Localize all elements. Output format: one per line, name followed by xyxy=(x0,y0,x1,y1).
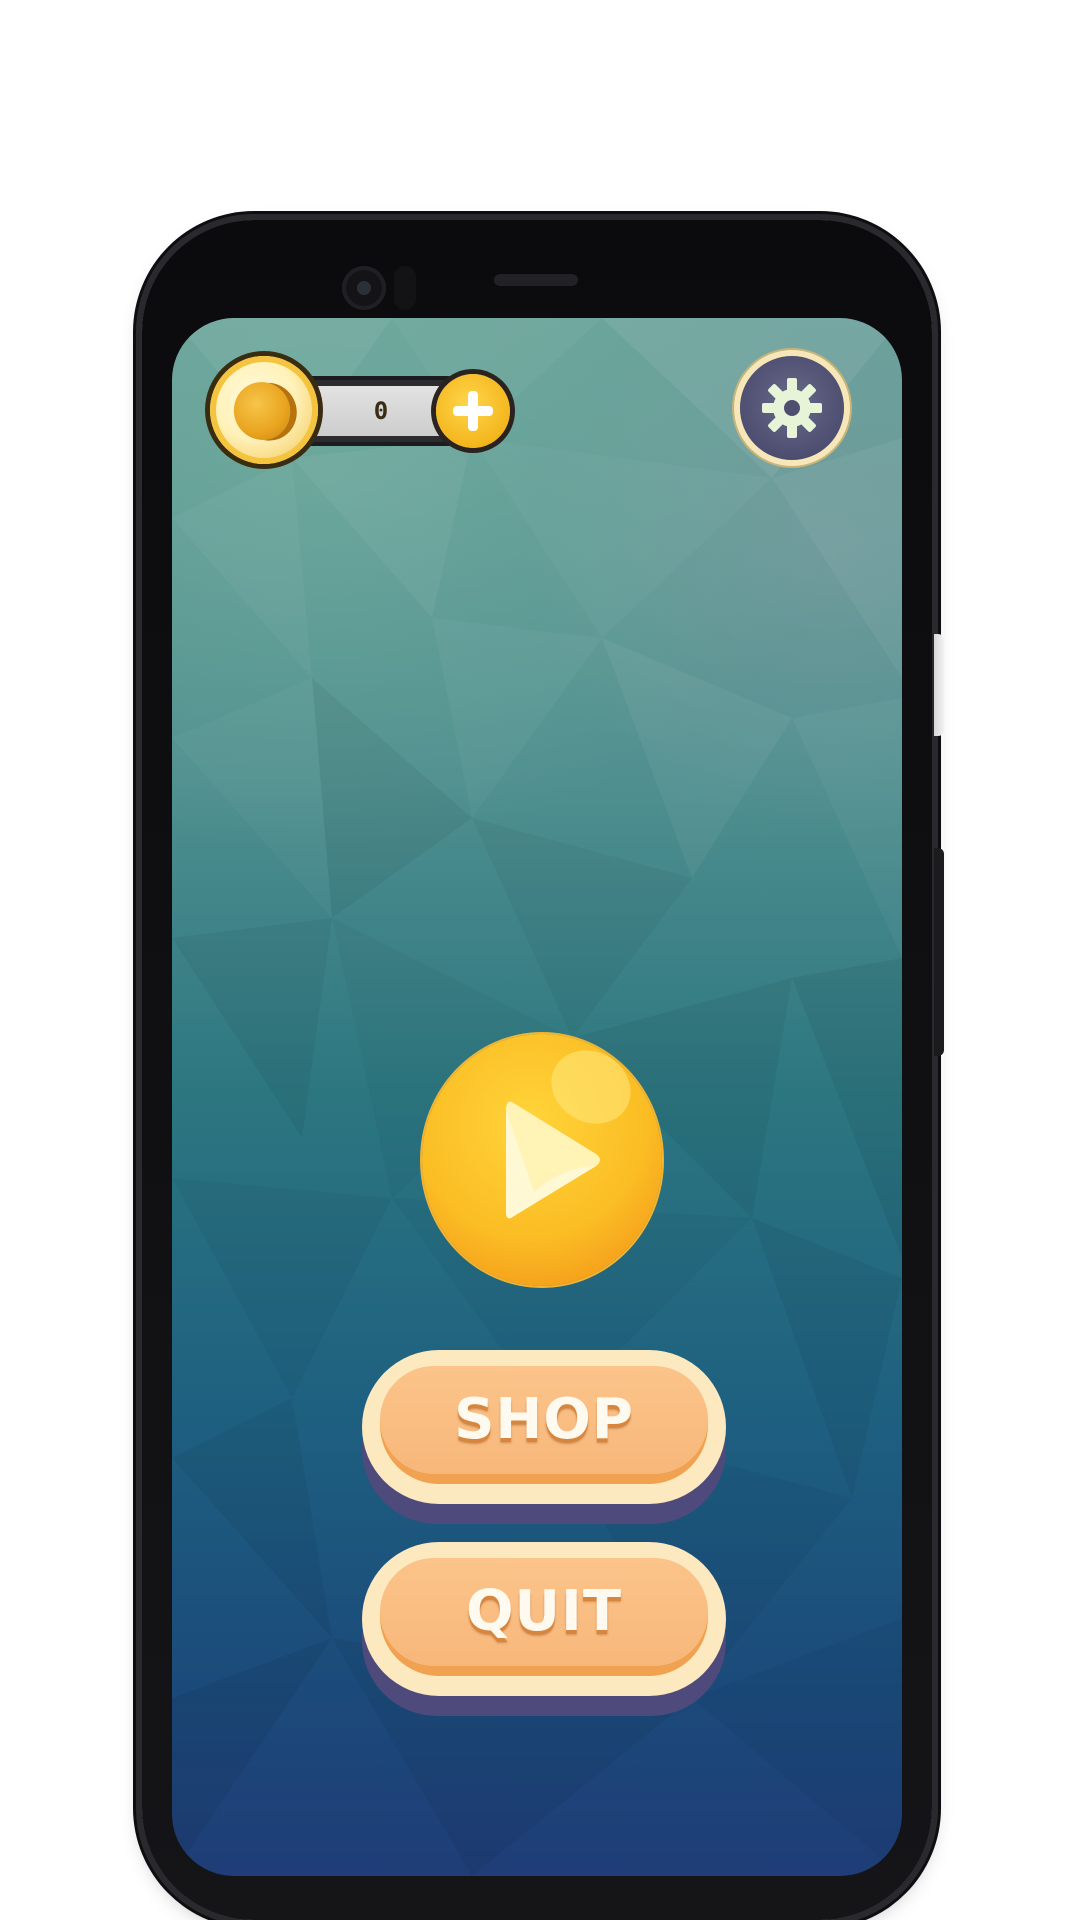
coin-count: 0 xyxy=(373,397,389,425)
play-button[interactable] xyxy=(422,1034,662,1286)
page: 0 SHOP QUIT xyxy=(0,0,1080,1920)
coin-balance: 0 xyxy=(210,356,510,466)
shop-button[interactable]: SHOP xyxy=(362,1350,726,1524)
add-coins-button[interactable] xyxy=(436,374,510,448)
quit-button-label: QUIT xyxy=(465,1579,623,1644)
quit-button[interactable]: QUIT xyxy=(362,1542,726,1716)
phone-frame: 0 SHOP QUIT xyxy=(142,220,944,1920)
power-button xyxy=(934,634,944,736)
game-screen: 0 SHOP QUIT xyxy=(172,318,902,1876)
coin-icon xyxy=(210,356,318,464)
earpiece-speaker xyxy=(494,274,578,286)
coin-disc xyxy=(225,374,299,448)
gear-icon xyxy=(762,378,822,438)
front-camera xyxy=(342,266,386,310)
play-icon xyxy=(506,1101,600,1219)
settings-button[interactable] xyxy=(740,356,844,460)
volume-button xyxy=(934,848,944,1056)
proximity-sensor xyxy=(394,266,416,310)
shop-button-label: SHOP xyxy=(454,1387,634,1452)
